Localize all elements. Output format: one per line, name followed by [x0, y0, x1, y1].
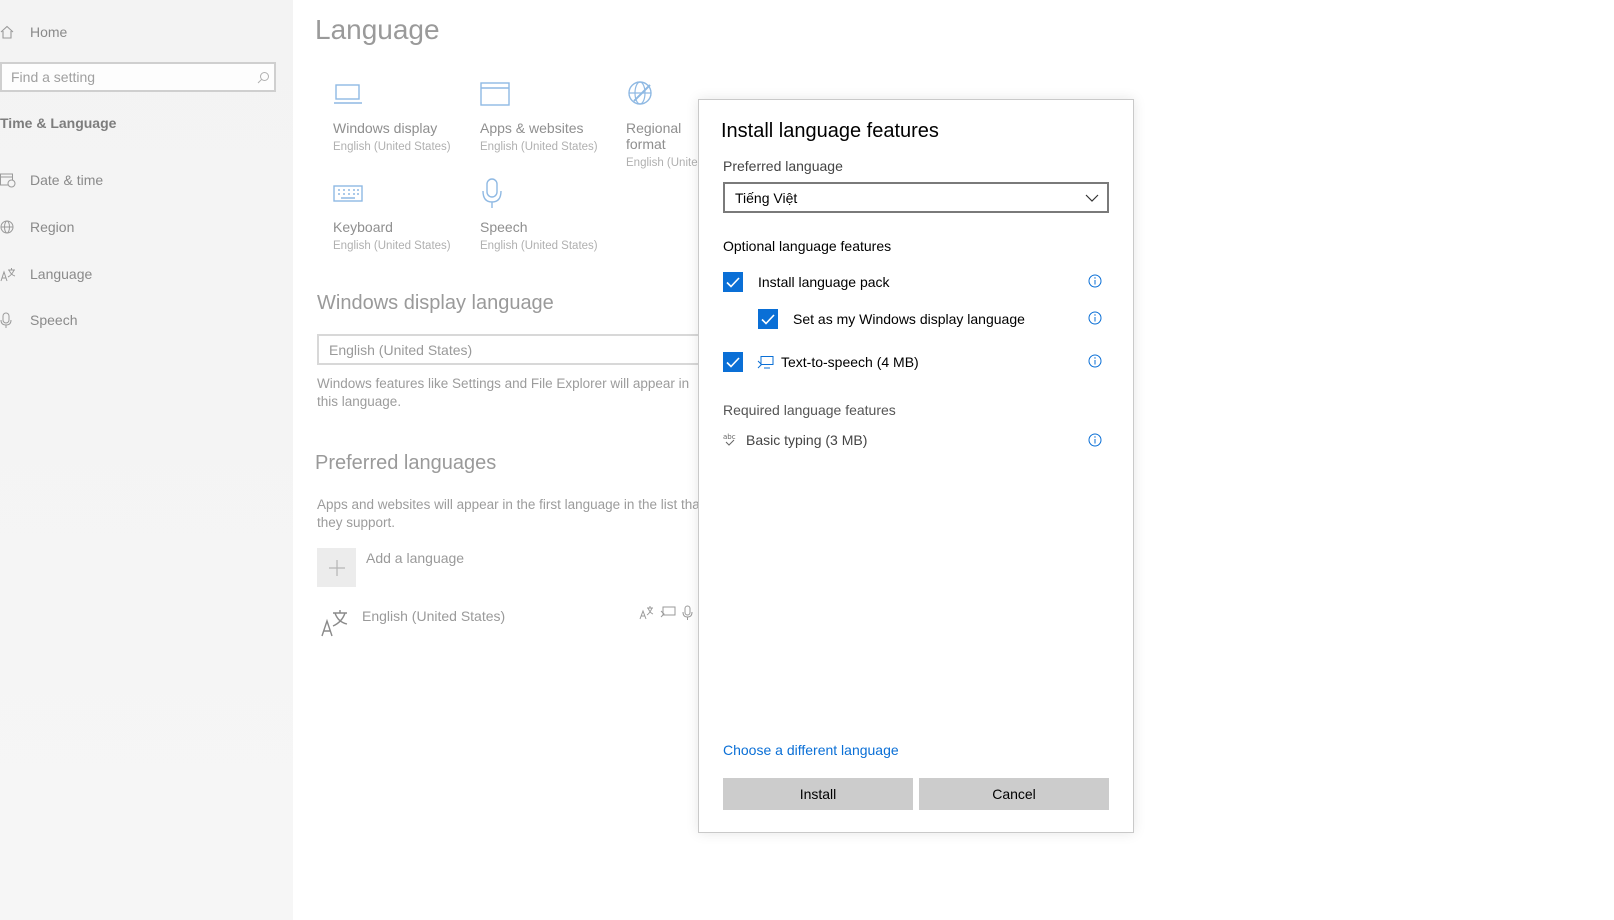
tile-speech[interactable]: Speech English (United States) — [480, 175, 610, 252]
sidebar-item-label: Speech — [30, 312, 78, 328]
info-icon[interactable] — [1088, 433, 1102, 447]
home-icon — [0, 23, 22, 41]
checkmark-icon — [761, 313, 775, 325]
tile-label: Speech — [480, 219, 528, 235]
microphone-icon — [682, 605, 693, 620]
add-language-button[interactable] — [317, 548, 356, 587]
text-to-speech-row: Text-to-speech (4 MB) — [723, 352, 919, 372]
display-language-description: Windows features like Settings and File … — [317, 376, 690, 409]
globe-icon — [0, 218, 22, 236]
sidebar-item-label: Language — [30, 266, 93, 282]
sidebar-item-label: Region — [30, 219, 75, 235]
tile-sub: English (United States) — [480, 141, 598, 153]
info-icon[interactable] — [1088, 274, 1102, 288]
search-box[interactable] — [0, 62, 276, 92]
microphone-icon — [0, 311, 22, 329]
basic-typing-row: abc Basic typing (3 MB) — [723, 432, 867, 448]
display-language-icon — [639, 606, 654, 620]
info-icon[interactable] — [1088, 354, 1102, 368]
display-language-select[interactable]: English (United States) — [317, 334, 737, 365]
microphone-icon — [480, 175, 610, 211]
sidebar-item-speech[interactable]: Speech — [0, 311, 77, 329]
display-language-heading: Windows display language — [317, 292, 554, 314]
install-language-pack-row: Install language pack — [723, 272, 890, 292]
plus-icon — [328, 559, 345, 576]
globe-pen-icon — [626, 76, 706, 112]
sidebar: Home Time & Language Date & time Region … — [0, 0, 293, 920]
window-icon — [480, 76, 610, 112]
required-features-label: Required language features — [723, 402, 896, 418]
basic-typing-icon: abc — [723, 433, 736, 446]
sidebar-home-label: Home — [30, 24, 68, 40]
choose-different-language-link[interactable]: Choose a different language — [723, 742, 899, 758]
tile-sub: English (United States) — [480, 240, 598, 252]
tile-sub: English (United States) — [626, 157, 706, 169]
dialog-title: Install language features — [721, 120, 939, 142]
text-to-speech-checkbox[interactable] — [723, 352, 743, 372]
checkmark-icon — [726, 276, 740, 288]
sidebar-section-title: Time & Language — [0, 115, 117, 131]
checkmark-icon — [726, 356, 740, 368]
tile-keyboard[interactable]: Keyboard English (United States) — [333, 175, 463, 252]
sidebar-item-date-time[interactable]: Date & time — [0, 171, 103, 189]
tile-sub: English (United States) — [333, 240, 451, 252]
sidebar-item-label: Date & time — [30, 172, 104, 188]
tile-sub: English (United States) — [333, 141, 451, 153]
install-language-pack-label[interactable]: Install language pack — [758, 274, 890, 290]
language-icon — [320, 608, 350, 643]
install-button[interactable]: Install — [723, 778, 913, 810]
tile-regional-format[interactable]: Regional format English (United States) — [626, 76, 706, 169]
tile-apps-websites[interactable]: Apps & websites English (United States) — [480, 76, 610, 153]
svg-text:abc: abc — [723, 433, 736, 441]
info-icon[interactable] — [1088, 311, 1102, 325]
install-language-dialog: Install language features Preferred lang… — [698, 99, 1134, 833]
cancel-button[interactable]: Cancel — [919, 778, 1109, 810]
optional-features-label: Optional language features — [723, 238, 892, 254]
search-input[interactable] — [2, 68, 252, 86]
preferred-language-label: Preferred language — [723, 158, 843, 174]
set-display-language-checkbox[interactable] — [758, 309, 778, 329]
page-title: Language — [315, 14, 440, 45]
tile-label: Windows display — [333, 120, 438, 136]
keyboard-icon — [333, 175, 463, 211]
sidebar-home[interactable]: Home — [0, 23, 67, 41]
tile-label: Apps & websites — [480, 120, 584, 136]
speech-bubble-icon — [660, 606, 676, 618]
set-display-language-label[interactable]: Set as my Windows display language — [793, 311, 1025, 327]
language-row-english[interactable]: English (United States) — [362, 608, 505, 624]
tile-windows-display[interactable]: Windows display English (United States) — [333, 76, 463, 153]
basic-typing-label: Basic typing (3 MB) — [746, 432, 868, 448]
language-icon — [0, 265, 22, 283]
text-to-speech-icon — [757, 355, 774, 368]
search-icon[interactable] — [252, 71, 274, 84]
set-display-language-row: Set as my Windows display language — [758, 309, 1025, 329]
install-language-pack-checkbox[interactable] — [723, 272, 743, 292]
sidebar-item-language[interactable]: Language — [0, 265, 92, 283]
calendar-clock-icon — [0, 171, 22, 189]
tile-label: Keyboard — [333, 219, 393, 235]
preferred-language-value: Tiếng Việt — [735, 189, 798, 206]
preferred-languages-heading: Preferred languages — [315, 452, 497, 474]
sidebar-item-region[interactable]: Region — [0, 218, 74, 236]
laptop-icon — [333, 76, 463, 112]
add-language-label[interactable]: Add a language — [366, 550, 464, 566]
preferred-languages-description: Apps and websites will appear in the fir… — [317, 497, 704, 530]
preferred-language-select[interactable]: Tiếng Việt — [723, 182, 1109, 213]
text-to-speech-label[interactable]: Text-to-speech (4 MB) — [781, 354, 919, 370]
tile-label: Regional format — [626, 120, 682, 152]
language-feature-icons — [639, 605, 693, 621]
display-language-value: English (United States) — [329, 341, 473, 358]
chevron-down-icon — [1085, 194, 1099, 202]
